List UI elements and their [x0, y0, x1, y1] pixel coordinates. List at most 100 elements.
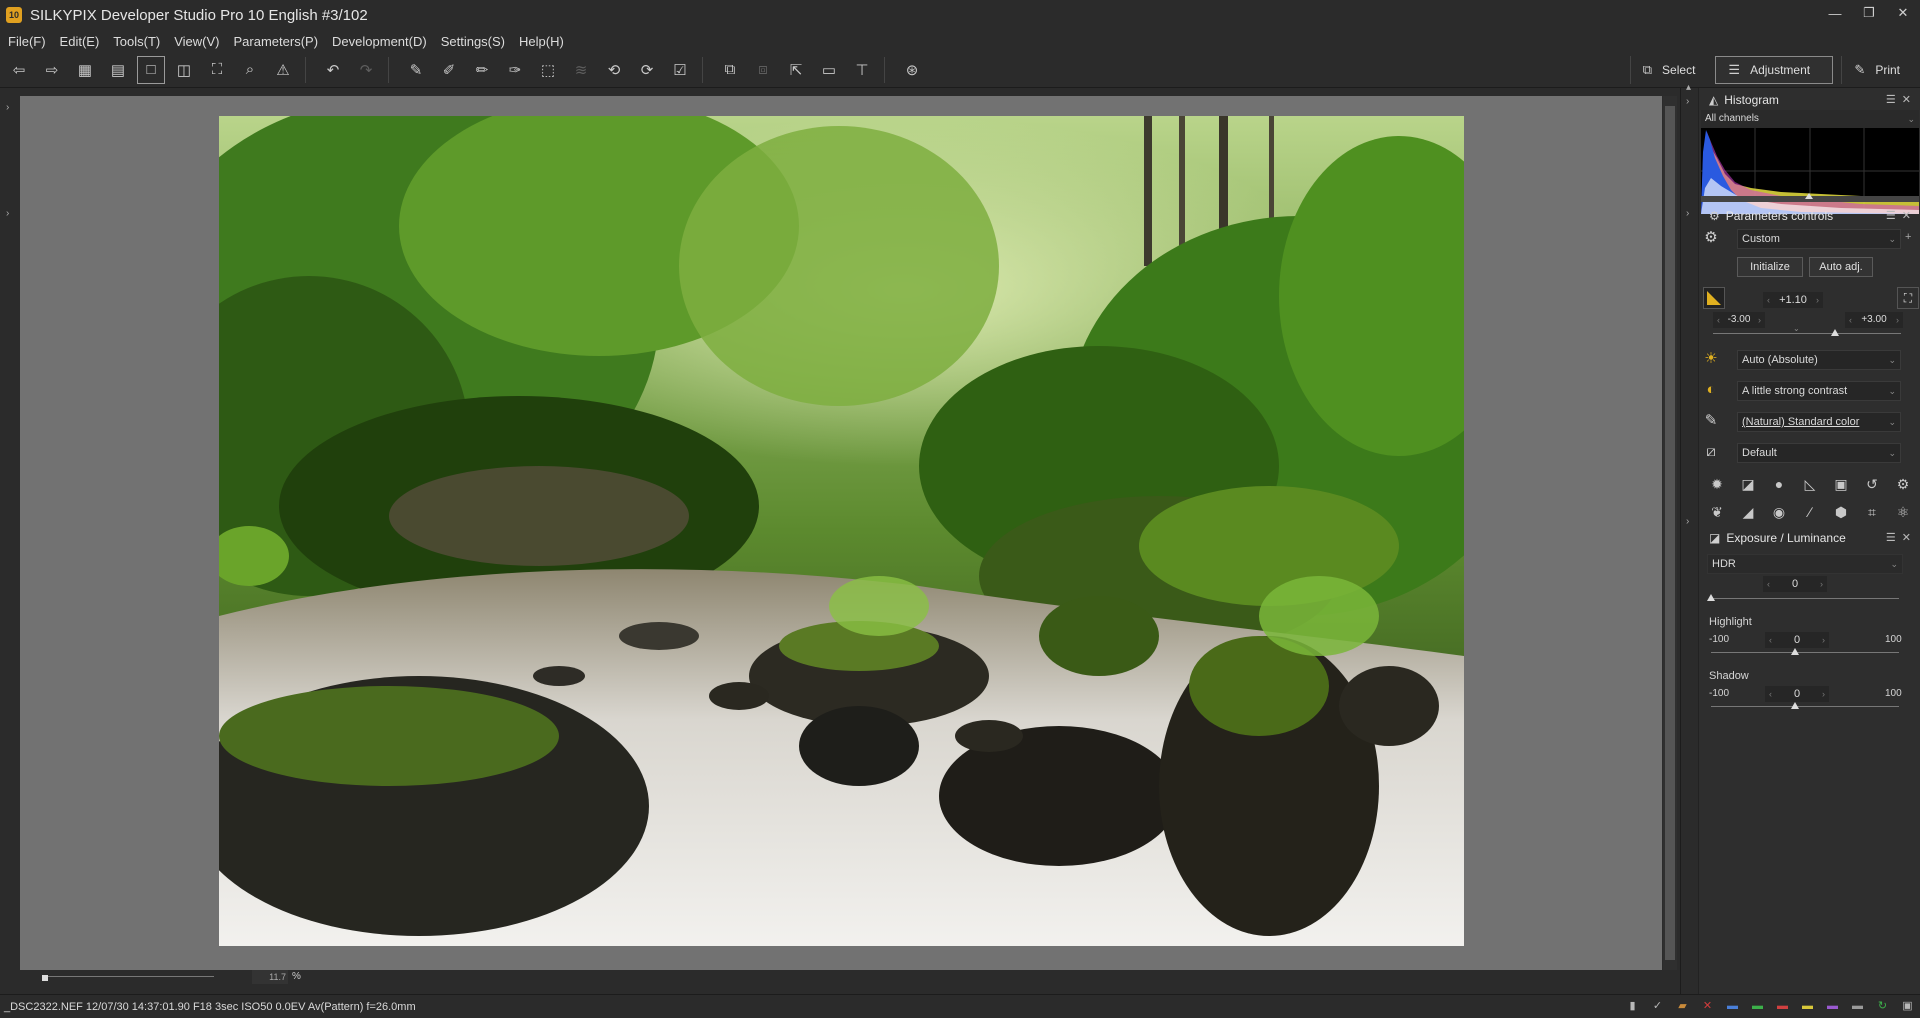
tag-purple-icon[interactable]: ▬ — [1826, 1000, 1839, 1013]
color-select[interactable]: (Natural) Standard color ⌄ — [1737, 412, 1901, 432]
menu-edit[interactable]: Edit(E) — [60, 34, 100, 49]
crop-icon[interactable]: ⌗ — [1862, 502, 1882, 522]
frame-icon[interactable]: ▣ — [1831, 474, 1851, 494]
menu-file[interactable]: File(F) — [8, 34, 46, 49]
brush-icon[interactable]: ∕ — [1800, 502, 1820, 522]
ruler-icon[interactable]: ⊤ — [848, 56, 876, 84]
export-icon[interactable]: ⇱ — [782, 56, 810, 84]
collapse-top-icon[interactable]: ▴ — [1686, 82, 1691, 93]
increment-icon[interactable]: › — [1816, 292, 1819, 308]
vertical-scrollbar[interactable] — [1663, 96, 1677, 972]
hdr-value-field[interactable]: ‹ 0 › — [1763, 576, 1827, 592]
transform-icon[interactable]: ⬚ — [534, 56, 562, 84]
highlight-value-field[interactable]: ‹ 0 › — [1765, 632, 1829, 648]
brightness-icon[interactable]: ✹ — [1707, 474, 1727, 494]
params-menu-close-icon[interactable]: ☰✕ — [1886, 209, 1917, 222]
tag-red-icon[interactable]: ▬ — [1776, 1000, 1789, 1013]
noise-icon[interactable]: ⚛ — [1893, 502, 1913, 522]
histogram-marker[interactable] — [1805, 193, 1813, 199]
redo-icon[interactable]: ↷ — [352, 56, 380, 84]
expand-params-icon[interactable]: › — [1686, 208, 1689, 219]
menu-development[interactable]: Development(D) — [332, 34, 427, 49]
rotate-right-icon[interactable]: ⟳ — [633, 56, 661, 84]
lock-icon[interactable]: ▣ — [1901, 1000, 1914, 1013]
histogram-header[interactable]: ◭ Histogram ☰✕ — [1699, 90, 1920, 110]
check-icon[interactable]: ☑ — [666, 56, 694, 84]
hdr-slider-knob[interactable] — [1707, 594, 1715, 601]
menu-tools[interactable]: Tools(T) — [113, 34, 160, 49]
shadow-value-field[interactable]: ‹ 0 › — [1765, 686, 1829, 702]
fine-color-icon[interactable]: ◺ — [1800, 474, 1820, 494]
exposure-header[interactable]: ◪ Exposure / Luminance ☰✕ — [1699, 528, 1920, 548]
increment-icon[interactable]: › — [1758, 312, 1761, 328]
refresh-icon[interactable]: ↻ — [1876, 1000, 1889, 1013]
compare-view-icon[interactable]: ◫ — [170, 56, 198, 84]
preview-view-icon[interactable]: □ — [137, 55, 165, 84]
exposure-bias-icon[interactable]: ◪ — [1738, 474, 1758, 494]
restore-button[interactable]: ❐ — [1852, 0, 1886, 26]
develop-icon[interactable]: ⧉ — [716, 56, 744, 84]
scrollbar-thumb[interactable] — [1665, 106, 1675, 960]
menu-parameters[interactable]: Parameters(P) — [234, 34, 319, 49]
highlight-slider-track[interactable] — [1711, 652, 1899, 653]
zoom-icon[interactable]: ⌕ — [236, 56, 264, 84]
zoom-slider-knob[interactable] — [42, 975, 48, 981]
stamp-icon[interactable]: ⬢ — [1831, 502, 1851, 522]
layers-icon[interactable]: ≋ — [567, 56, 595, 84]
exposure-range-min-field[interactable]: ‹ -3.00 › — [1713, 312, 1765, 328]
batch-develop-icon[interactable]: ⧈ — [749, 56, 777, 84]
white-balance-select[interactable]: Auto (Absolute) ⌄ — [1737, 350, 1901, 370]
drop-icon[interactable]: ❦ — [1707, 502, 1727, 522]
decrement-icon[interactable]: ‹ — [1767, 292, 1770, 308]
exposure-range-max-field[interactable]: ‹ +3.00 › — [1845, 312, 1903, 328]
compare-marks-icon[interactable]: ✑ — [501, 56, 529, 84]
preview-thumbnail-view-icon[interactable]: ▤ — [104, 56, 132, 84]
delete-icon[interactable]: ✕ — [1701, 1000, 1714, 1013]
hdr-slider-track[interactable] — [1711, 598, 1899, 599]
increment-icon[interactable]: › — [1820, 576, 1823, 592]
expand-left-icon[interactable]: › — [6, 102, 9, 113]
increment-icon[interactable]: › — [1822, 632, 1825, 648]
preset-select[interactable]: Custom ⌄ — [1737, 229, 1901, 249]
paste-params-icon[interactable]: ✐ — [435, 56, 463, 84]
expand-exposure-icon[interactable]: › — [1686, 516, 1689, 527]
check-mark-icon[interactable]: ✓ — [1651, 1000, 1664, 1013]
tag-gray-icon[interactable]: ▬ — [1851, 1000, 1864, 1013]
shadow-slider-knob[interactable] — [1791, 702, 1799, 709]
exposure-slider-knob[interactable] — [1831, 329, 1839, 336]
expand-histogram-icon[interactable]: › — [1686, 96, 1689, 107]
tag-blue-icon[interactable]: ▬ — [1726, 1000, 1739, 1013]
sharpness-select[interactable]: Default ⌄ — [1737, 443, 1901, 463]
image-viewer[interactable] — [20, 96, 1662, 972]
rotate-icon[interactable]: ↺ — [1862, 474, 1882, 494]
next-image-icon[interactable]: ⇨ — [38, 56, 66, 84]
display-icon[interactable]: ▭ — [815, 56, 843, 84]
folder-icon[interactable]: ▰ — [1676, 1000, 1689, 1013]
tab-select[interactable]: ⧉ Select — [1629, 56, 1708, 84]
contrast-select[interactable]: A little strong contrast ⌄ — [1737, 381, 1901, 401]
tag-green-icon[interactable]: ▬ — [1751, 1000, 1764, 1013]
preset-gear-icon[interactable]: ⚙ — [1701, 228, 1721, 248]
hdr-select[interactable]: HDR ⌄ — [1707, 554, 1903, 574]
exposure-value-field[interactable]: ‹ +1.10 › — [1763, 292, 1823, 308]
histogram-channel-select[interactable]: All channels ⌄ — [1701, 110, 1919, 128]
exposure-bias-toggle[interactable] — [1703, 287, 1725, 309]
minimize-button[interactable]: — — [1818, 0, 1852, 26]
close-button[interactable]: ✕ — [1886, 0, 1920, 26]
inspect-icon[interactable]: ⊛ — [898, 56, 926, 84]
tab-adjustment[interactable]: ☰ Adjustment — [1715, 56, 1834, 84]
tag-yellow-icon[interactable]: ▬ — [1801, 1000, 1814, 1013]
increment-icon[interactable]: › — [1896, 312, 1899, 328]
warning-icon[interactable]: ⚠ — [269, 56, 297, 84]
mark-icon[interactable]: ✏ — [468, 56, 496, 84]
fullscreen-icon[interactable]: ⛶ — [203, 56, 231, 84]
rotate-left-icon[interactable]: ⟲ — [600, 56, 628, 84]
thumbnail-view-icon[interactable]: ▦ — [71, 56, 99, 84]
menu-view[interactable]: View(V) — [174, 34, 219, 49]
preset-add-icon[interactable]: + — [1905, 231, 1911, 243]
expand-left-lower-icon[interactable]: › — [6, 208, 9, 219]
increment-icon[interactable]: › — [1822, 686, 1825, 702]
heal-icon[interactable]: ⚙ — [1893, 474, 1913, 494]
menu-help[interactable]: Help(H) — [519, 34, 564, 49]
decrement-icon[interactable]: ‹ — [1769, 632, 1772, 648]
